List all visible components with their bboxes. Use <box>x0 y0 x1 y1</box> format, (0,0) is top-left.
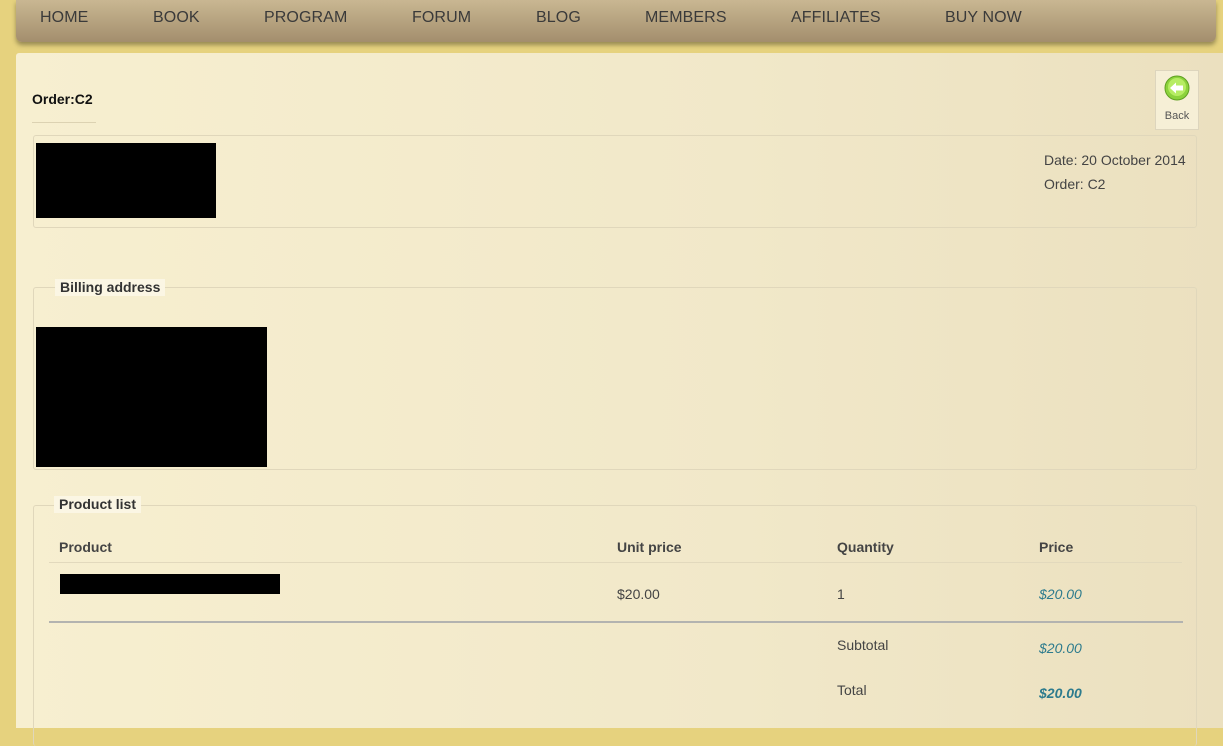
totals-divider <box>49 621 1183 623</box>
order-number: Order: C2 <box>1044 176 1106 192</box>
billing-address-legend: Billing address <box>55 279 166 296</box>
order-date: Date: 20 October 2014 <box>1044 152 1186 168</box>
nav-program-link[interactable]: PROGRAM <box>264 9 347 27</box>
top-navigation-bar: HOME BOOK PROGRAM FORUM BLOG MEMBERS AFF… <box>16 0 1216 42</box>
order-header-box: Date: 20 October 2014 Order: C2 <box>33 135 1197 228</box>
row-price: $20.00 <box>1039 586 1082 602</box>
header-row-divider <box>49 562 1182 563</box>
row-unit-price: $20.00 <box>617 586 660 602</box>
nav-blog-link[interactable]: BLOG <box>536 9 581 27</box>
title-underline-divider <box>32 122 96 123</box>
column-header-quantity: Quantity <box>837 539 894 555</box>
subtotal-label: Subtotal <box>837 637 889 653</box>
total-label: Total <box>837 682 867 698</box>
nav-affiliates-link[interactable]: AFFILIATES <box>791 9 881 27</box>
nav-home-link[interactable]: HOME <box>40 9 88 27</box>
nav-members-link[interactable]: MEMBERS <box>645 9 727 27</box>
back-button[interactable]: Back <box>1155 70 1199 130</box>
column-header-unit-price: Unit price <box>617 539 682 555</box>
row-quantity: 1 <box>837 586 845 602</box>
order-meta: Date: 20 October 2014 Order: C2 <box>1044 148 1186 196</box>
column-header-price: Price <box>1039 539 1074 555</box>
nav-buy-now-link[interactable]: BUY NOW <box>945 9 1022 27</box>
redacted-billing-address <box>36 327 267 467</box>
back-arrow-icon <box>1164 75 1190 101</box>
total-value: $20.00 <box>1039 685 1082 701</box>
redacted-logo-block <box>36 143 216 218</box>
order-detail-panel: Order:C2 Back Date: 20 October 2014 Orde… <box>16 53 1223 746</box>
page-title: Order:C2 <box>32 91 93 107</box>
redacted-product-name <box>60 574 280 594</box>
billing-address-fieldset <box>33 287 1197 470</box>
subtotal-value: $20.00 <box>1039 640 1082 656</box>
product-list-fieldset <box>33 505 1197 746</box>
nav-book-link[interactable]: BOOK <box>153 9 200 27</box>
nav-forum-link[interactable]: FORUM <box>412 9 471 27</box>
back-button-label: Back <box>1164 110 1190 122</box>
column-header-product: Product <box>59 539 112 555</box>
product-list-legend: Product list <box>54 496 142 513</box>
